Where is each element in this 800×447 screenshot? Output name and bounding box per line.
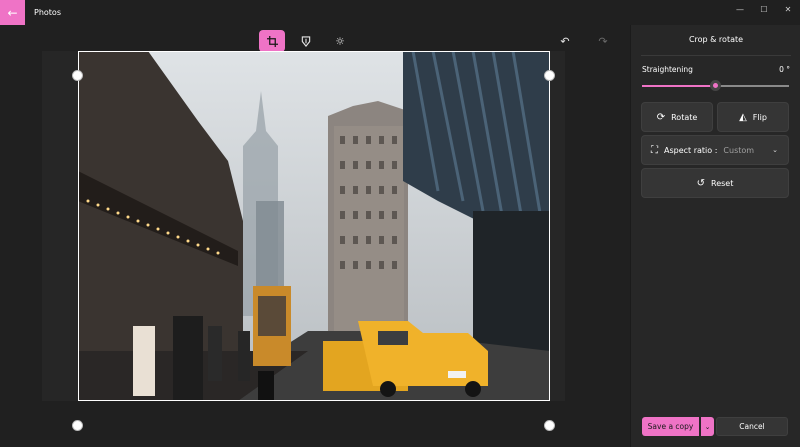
minimize-icon: — [736,4,744,14]
aspect-ratio-label: Aspect ratio : [664,145,718,155]
straightening-slider[interactable] [642,80,789,91]
save-group: Save a copy ⌄ [642,417,714,436]
straightening-row: Straightening 0 ° [642,65,790,74]
filter-tool-button[interactable] [293,30,319,52]
crop-frame[interactable] [78,51,550,401]
flip-label: Flip [752,112,767,122]
straightening-value: 0 ° [779,65,790,74]
sun-icon: ☼ [335,34,345,48]
close-icon: ✕ [784,4,792,14]
chevron-down-icon: ⌄ [704,422,711,431]
save-a-copy-button[interactable]: Save a copy [642,417,699,436]
aspect-ratio-value: Custom [723,145,755,155]
reset-label: Reset [711,178,734,188]
maximize-button[interactable]: ☐ [752,0,776,18]
save-options-button[interactable]: ⌄ [701,417,714,436]
aspect-ratio-dropdown[interactable]: ⛶ Aspect ratio : Custom ⌄ [641,135,789,165]
flip-icon: ◭ [739,111,747,123]
undo-button[interactable]: ↶ [556,32,574,50]
reset-button[interactable]: ↺ Reset [641,168,789,198]
crop-handle-top-left[interactable] [72,70,83,81]
crop-handle-top-right[interactable] [544,70,555,81]
crop-tool-button[interactable] [259,30,285,52]
panel-divider [641,55,791,56]
filter-icon [301,35,311,47]
app-title: Photos [34,8,61,17]
chevron-down-icon: ⌄ [772,146,778,154]
crop-handle-bottom-left[interactable] [72,420,83,431]
maximize-icon: ☐ [760,4,768,14]
straightening-label: Straightening [642,65,693,74]
minimize-button[interactable]: — [728,0,752,18]
rotate-button[interactable]: ⟳ Rotate [641,102,713,132]
aspect-ratio-icon: ⛶ [651,144,658,156]
redo-icon: ↷ [598,34,608,48]
close-button[interactable]: ✕ [776,0,800,18]
reset-icon: ↺ [696,177,706,189]
window-controls: — ☐ ✕ [728,0,800,18]
rotate-label: Rotate [671,112,698,122]
cancel-button[interactable]: Cancel [716,417,788,436]
adjust-tool-button[interactable]: ☼ [327,30,353,52]
slider-fill [642,85,716,87]
flip-button[interactable]: ◭ Flip [717,102,789,132]
arrow-left-icon: ← [7,5,18,20]
redo-button[interactable]: ↷ [594,32,612,50]
crop-icon [266,35,278,47]
crop-handle-bottom-right[interactable] [544,420,555,431]
back-button[interactable]: ← [0,0,25,25]
title-bar: ← Photos — ☐ ✕ [0,0,800,25]
edit-toolbar: ☼ [259,30,353,52]
history-controls: ↶ ↷ [556,32,612,50]
slider-thumb[interactable] [710,80,721,91]
panel-title: Crop & rotate [688,35,744,44]
undo-icon: ↶ [560,34,570,48]
crop-rotate-panel: Crop & rotate Straightening 0 ° ⟳ Rotate… [630,25,800,447]
rotate-icon: ⟳ [656,111,666,123]
